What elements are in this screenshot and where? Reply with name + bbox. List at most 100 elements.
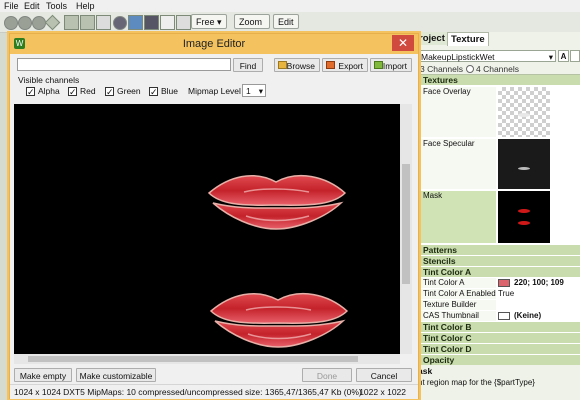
tab-project[interactable]: roject — [416, 32, 448, 45]
radio-3-channels[interactable]: 3 Channels — [420, 64, 463, 74]
image-canvas[interactable] — [14, 104, 400, 354]
browse-button[interactable]: Browse — [274, 58, 320, 72]
chevron-down-icon: ▾ — [258, 86, 263, 96]
status-bar: 1024 x 1024 DXT5 MipMaps: 10 compressed/… — [10, 384, 418, 399]
find-button[interactable]: Find — [233, 58, 263, 72]
green-label: Green — [117, 86, 141, 96]
face-specular-thumbnail[interactable] — [498, 139, 550, 189]
scrollbar-thumb[interactable] — [402, 164, 410, 284]
prop-value[interactable]: True — [498, 289, 514, 299]
tool-diamond-icon[interactable] — [44, 14, 61, 31]
face-overlay-thumbnail[interactable] — [498, 87, 550, 137]
visible-channels-label: Visible channels — [18, 75, 80, 85]
category-tint-c[interactable]: Tint Color C — [420, 333, 580, 343]
prop-value[interactable]: (Keine) — [498, 311, 541, 321]
dialog-titlebar[interactable]: W Image Editor ✕ — [10, 34, 418, 54]
tool-doc-icon[interactable] — [160, 15, 175, 30]
row-face-overlay: Face Overlay — [420, 87, 496, 137]
chevron-down-icon: ▾ — [217, 17, 222, 27]
find-input[interactable] — [17, 58, 231, 71]
tool-grid-icon[interactable] — [64, 15, 79, 30]
category-stencils[interactable]: Stencils — [420, 256, 580, 266]
category-patterns[interactable]: Patterns — [420, 245, 580, 255]
prop-label: Tint Color A — [420, 278, 496, 288]
blue-checkbox[interactable]: ✓ — [149, 87, 158, 97]
tool-page-icon[interactable] — [96, 15, 111, 30]
green-checkbox[interactable]: ✓ — [105, 87, 114, 97]
red-label: Red — [80, 86, 96, 96]
tool-network-icon[interactable] — [128, 15, 143, 30]
free-button[interactable]: Free ▾ — [191, 14, 227, 29]
list-icon[interactable] — [570, 50, 580, 62]
help-title: ask — [418, 366, 433, 376]
category-opacity[interactable]: Opacity — [420, 355, 580, 365]
prop-label: Texture Builder — [420, 300, 496, 310]
import-button[interactable]: Import — [370, 58, 412, 72]
export-icon — [326, 61, 335, 69]
toolbar: Free ▾ Zoom ▾ Edit — [0, 12, 580, 42]
menu-help[interactable]: Help — [76, 0, 95, 12]
folder-icon — [278, 61, 287, 69]
row-face-specular: Face Specular — [420, 139, 496, 189]
menu-bar: File Edit Tools Help — [0, 0, 580, 12]
lip-overlay-shape — [518, 113, 530, 117]
import-icon — [374, 61, 383, 69]
category-tint-a[interactable]: Tint Color A — [420, 267, 580, 277]
tool-circle-icon[interactable] — [4, 16, 18, 30]
close-button[interactable]: ✕ — [392, 35, 414, 51]
lips-lower — [209, 292, 349, 348]
make-customizable-button[interactable]: Make customizable — [76, 368, 156, 382]
chevron-down-icon: ▾ — [548, 52, 553, 62]
status-image-info: 1024 x 1024 DXT5 MipMaps: 10 compressed/… — [14, 387, 362, 397]
mipmap-label: Mipmap Level — [188, 86, 241, 96]
color-swatch — [498, 312, 510, 320]
horizontal-scrollbar[interactable] — [14, 354, 400, 364]
prop-label: CAS Thumbnail — [420, 311, 496, 321]
prop-label: Tint Color A Enabled — [420, 289, 496, 299]
radio-4-channels-label[interactable]: 4 Channels — [476, 64, 519, 74]
mask-thumbnail[interactable] — [498, 191, 550, 243]
prop-value[interactable]: 220; 100; 109 — [498, 278, 564, 288]
alphabetical-icon[interactable]: A — [558, 50, 569, 62]
make-empty-button[interactable]: Make empty — [14, 368, 72, 382]
scrollbar-thumb[interactable] — [28, 356, 358, 362]
lips-upper — [207, 174, 347, 230]
menu-tools[interactable]: Tools — [46, 0, 67, 12]
mipmap-select[interactable]: 1 ▾ — [242, 84, 266, 97]
tool-pen-icon[interactable] — [176, 15, 191, 30]
texture-dropdown[interactable]: MakeupLipstickWet ▾ — [418, 50, 556, 62]
done-button[interactable]: Done — [302, 368, 352, 382]
vertical-scrollbar[interactable] — [400, 104, 412, 354]
menu-edit[interactable]: Edit — [24, 0, 40, 12]
status-dimensions: 1022 x 1022 — [359, 387, 406, 397]
lip-specular-shape — [518, 167, 530, 170]
category-tint-d[interactable]: Tint Color D — [420, 344, 580, 354]
alpha-label: Alpha — [38, 86, 60, 96]
radio-icon[interactable] — [466, 65, 474, 73]
cancel-button[interactable]: Cancel — [356, 368, 412, 382]
tool-circle-icon[interactable] — [32, 16, 46, 30]
category-tint-b[interactable]: Tint Color B — [420, 322, 580, 332]
help-text: nt region map for the {$partType} — [418, 378, 535, 387]
tool-layers-icon[interactable] — [80, 15, 95, 30]
category-textures[interactable]: Textures — [420, 75, 580, 85]
export-button[interactable]: Export — [322, 58, 368, 72]
edit-button[interactable]: Edit — [273, 14, 299, 29]
red-checkbox[interactable]: ✓ — [68, 87, 77, 97]
tool-texture-icon[interactable] — [144, 15, 159, 30]
menu-file[interactable]: File — [4, 0, 19, 12]
image-editor-dialog: W Image Editor ✕ Find Browse Export Impo… — [9, 33, 419, 399]
dialog-title: Image Editor — [182, 38, 246, 50]
property-grid: Textures Face Overlay Face Specular Mask… — [419, 74, 580, 365]
texture-preview — [207, 174, 349, 348]
row-mask: Mask — [420, 191, 496, 243]
tool-circle-icon[interactable] — [18, 16, 32, 30]
mask-lip-shape — [518, 209, 530, 213]
alpha-checkbox[interactable]: ✓ — [26, 87, 35, 97]
mask-lip-shape — [518, 221, 530, 225]
tab-texture[interactable]: Texture — [447, 32, 489, 46]
color-swatch — [498, 279, 510, 287]
tool-sphere-icon[interactable] — [113, 16, 127, 30]
zoom-button[interactable]: Zoom ▾ — [234, 14, 270, 42]
blue-label: Blue — [161, 86, 179, 96]
